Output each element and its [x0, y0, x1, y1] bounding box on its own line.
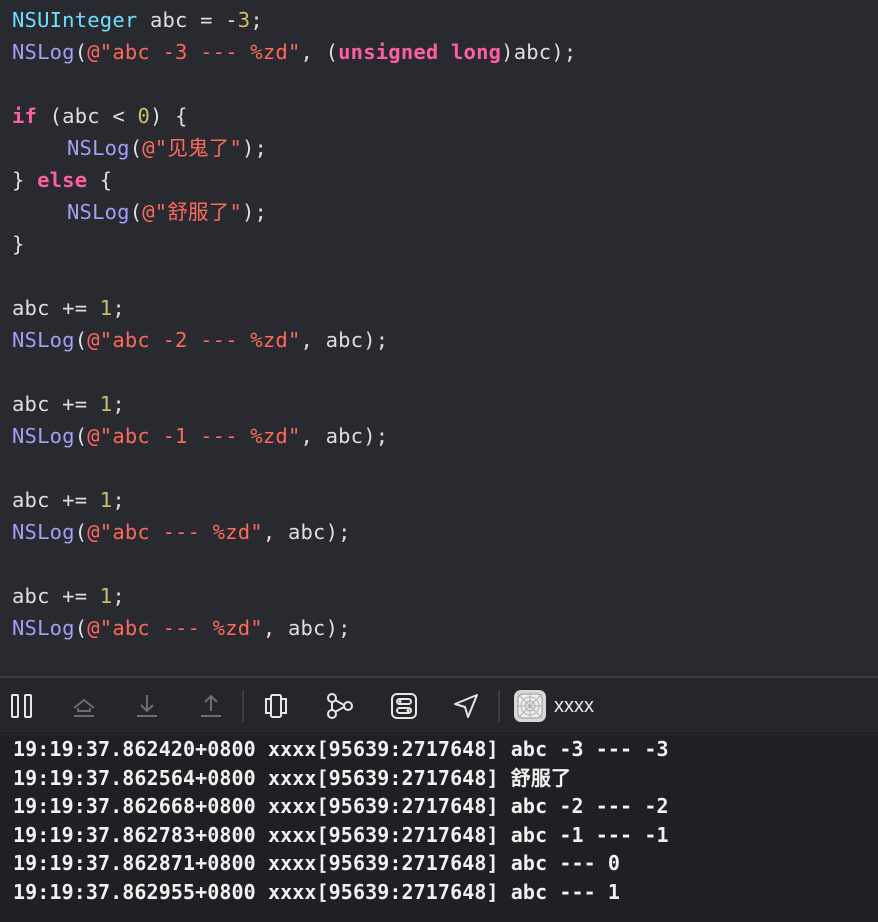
code-line: abc += 1; [0, 484, 878, 516]
step-out-icon[interactable] [195, 690, 227, 722]
code-token: , abc); [300, 424, 389, 448]
code-line: NSLog(@"舒服了"); [0, 196, 878, 228]
code-token: ; [112, 392, 125, 416]
step-over-icon[interactable] [68, 690, 100, 722]
code-token: NSLog [12, 520, 75, 544]
code-token: if [12, 104, 38, 128]
code-line: if (abc < 0) { [0, 100, 878, 132]
toolbar-divider [242, 690, 244, 722]
code-token: , abc); [300, 328, 389, 352]
code-token: @"abc -2 --- %zd" [87, 328, 301, 352]
code-token: ( [74, 520, 88, 544]
code-line: } [0, 228, 878, 260]
toolbar-divider [498, 690, 500, 722]
pause-icon[interactable] [6, 690, 38, 722]
code-token: 1 [99, 392, 113, 416]
code-token: @"abc --- %zd" [87, 520, 263, 544]
code-token: ( [74, 328, 88, 352]
code-token: NSLog [12, 616, 75, 640]
code-token: (abc < [37, 104, 138, 128]
console-line: 19:19:37.862783+0800 xxxx[95639:2717648]… [13, 822, 669, 847]
code-token: ); [242, 136, 268, 160]
code-token: NSLog [67, 136, 130, 160]
code-token: @"abc -1 --- %zd" [87, 424, 301, 448]
memory-graph-icon[interactable] [324, 690, 356, 722]
code-token: @"见鬼了" [142, 136, 242, 160]
code-token: ; [250, 8, 263, 32]
code-token: } [12, 232, 25, 256]
code-token: NSLog [12, 424, 75, 448]
code-token: 1 [99, 488, 113, 512]
code-line: NSLog(@"abc --- %zd", abc); [0, 612, 878, 644]
run-target[interactable]: xxxx [514, 689, 594, 723]
console-line: 19:19:37.862668+0800 xxxx[95639:2717648]… [13, 794, 669, 818]
code-line: NSLog(@"abc -1 --- %zd", abc); [0, 420, 878, 452]
code-token: 1 [99, 296, 113, 320]
code-token: ( [74, 40, 88, 64]
code-token: @"abc -3 --- %zd" [87, 40, 301, 64]
code-line: NSLog(@"abc -2 --- %zd", abc); [0, 324, 878, 356]
code-line: NSLog(@"见鬼了"); [0, 132, 878, 164]
code-token: ( [129, 136, 143, 160]
code-line: abc += 1; [0, 292, 878, 324]
code-token: ; [112, 488, 125, 512]
debug-console[interactable]: 19:19:37.862420+0800 xxxx[95639:2717648]… [0, 735, 878, 922]
console-line: 19:19:37.862564+0800 xxxx[95639:2717648]… [13, 765, 572, 790]
code-token: abc += [12, 584, 100, 608]
code-token: NSUInteger [12, 8, 138, 32]
environment-overrides-icon[interactable] [388, 690, 420, 722]
code-token: ( [74, 424, 88, 448]
code-token: 0 [137, 104, 150, 128]
code-token: ; [112, 584, 125, 608]
code-token: abc = [137, 8, 226, 32]
code-token: } [12, 168, 38, 192]
console-line: 19:19:37.862955+0800 xxxx[95639:2717648]… [13, 879, 621, 904]
simulate-location-icon[interactable] [450, 690, 482, 722]
code-token: , abc); [262, 616, 351, 640]
code-token: @"舒服了" [142, 200, 242, 224]
code-token: { [87, 168, 113, 192]
code-token: NSLog [12, 328, 75, 352]
code-token: ( [74, 616, 88, 640]
code-token: @"abc --- %zd" [87, 616, 263, 640]
code-token: , abc); [262, 520, 351, 544]
code-token: 3 [237, 8, 251, 32]
view-hierarchy-icon[interactable] [260, 690, 292, 722]
code-token: abc += [12, 488, 100, 512]
code-line: abc += 1; [0, 388, 878, 420]
code-editor[interactable]: NSUInteger abc = -3; NSLog(@"abc -3 --- %… [0, 0, 878, 676]
code-token: 1 [99, 584, 113, 608]
code-line: NSLog(@"abc -3 --- %zd", (unsigned long)… [0, 36, 878, 68]
code-line: abc += 1; [0, 580, 878, 612]
console-line: 19:19:37.862420+0800 xxxx[95639:2717648]… [13, 737, 669, 761]
code-token: else [37, 168, 88, 192]
app-icon [514, 690, 546, 722]
code-token: ); [242, 200, 268, 224]
code-token: abc += [12, 296, 100, 320]
code-token: ( [129, 200, 143, 224]
step-into-icon[interactable] [131, 690, 163, 722]
code-token: ) { [149, 104, 188, 128]
target-label: xxxx [554, 694, 594, 717]
code-token: abc += [12, 392, 100, 416]
debug-toolbar: xxxx [0, 676, 878, 734]
code-line: NSUInteger abc = -3; [0, 4, 878, 36]
code-token: unsigned long [338, 40, 502, 64]
code-token: NSLog [67, 200, 130, 224]
code-token: NSLog [12, 40, 75, 64]
code-token: ; [112, 296, 125, 320]
code-token: , ( [300, 40, 339, 64]
code-token: )abc); [501, 40, 577, 64]
code-token: - [225, 8, 238, 32]
code-line: } else { [0, 164, 878, 196]
code-line: NSLog(@"abc --- %zd", abc); [0, 516, 878, 548]
console-line: 19:19:37.862871+0800 xxxx[95639:2717648]… [13, 851, 621, 875]
